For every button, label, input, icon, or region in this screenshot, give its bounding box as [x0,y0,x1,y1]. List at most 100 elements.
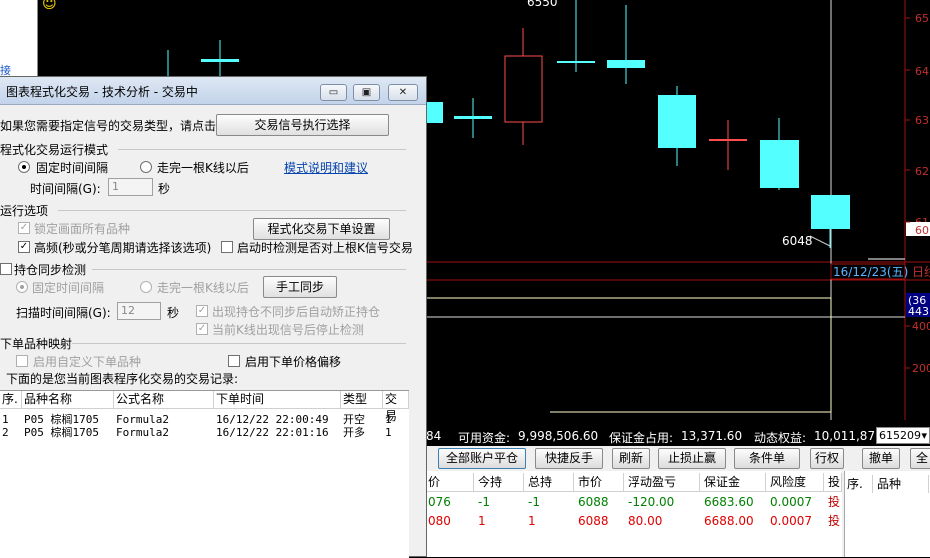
mode-help-link[interactable]: 模式说明和建议 [284,159,368,176]
candle-down-2 [557,0,595,72]
col-header: 序. [845,475,873,493]
vol-tick: 400 [912,320,930,333]
signal-select-button[interactable]: 交易信号执行选择 [216,114,389,136]
startup-check-checkbox[interactable] [221,241,233,253]
scan-interval-unit: 秒 [167,306,180,320]
left-panel-strip: ☺ 接 [0,0,57,80]
close-icon[interactable]: ✕ [388,84,418,101]
dialog-title: 图表程式化交易 - 技术分析 - 交易中 [6,85,198,99]
account-prefix: 84 [426,429,442,443]
stop-detect-checkbox[interactable]: ✓ [196,323,208,335]
conditional-order-button[interactable]: 条件单 [734,448,800,469]
pos-today: -1 [478,495,490,509]
sync-fixed-radio[interactable] [16,281,28,293]
mode-section-title: 程式化交易运行模式 [0,143,109,157]
high-freq-checkbox[interactable]: ✓ [18,241,30,253]
lock-all-checkbox[interactable]: ✓ [18,222,30,234]
record-type: 开多 [343,426,365,439]
timeframe-label: 日线 [912,265,930,279]
record-time: 16/12/22 22:00:49 [216,413,329,426]
col-header: 公式名称 [114,391,214,409]
candle-left-partial [426,102,443,123]
records-label: 下面的是您当前图表程序化交易的交易记录: [6,372,239,386]
candle-down-1 [454,98,492,138]
price-offset-label: 启用下单价格偏移 [245,355,342,369]
record-symbol: P05 棕榈1705 [24,413,99,426]
account-id: 615209 [879,429,921,442]
indicator-line [420,297,832,413]
orders-table: 序. 品种 [844,471,930,557]
close-all-button[interactable]: 全部账户平仓 [438,448,526,469]
pos-today: 1 [478,514,486,528]
pos-total: -1 [528,495,540,509]
low-price-label: 6048 [782,234,813,248]
col-header: 总持 [526,473,574,491]
equity-label: 动态权益: [754,431,807,445]
minimize-icon[interactable]: ▭ [320,84,347,101]
pos-pnl: 80.00 [628,514,663,528]
interval-input[interactable]: 1 [108,178,153,196]
record-no: 1 [2,413,9,426]
sync-bar-radio[interactable] [140,281,152,293]
pos-price: 080 [428,514,451,528]
chevron-down-icon: ▾ [921,429,927,442]
positions-table: 价 今持 总持 市价 浮动盈亏 保证金 风险度 投 076 -1 -1 6088… [426,471,842,557]
custom-symbol-label: 启用自定义下单品种 [33,355,142,369]
scan-interval-label: 扫描时间间隔(G): [16,306,111,320]
price-tick: 63 [915,114,929,127]
candle-cross [709,120,747,170]
sync-section-title: 持仓同步检测 [14,263,87,277]
scan-interval-input[interactable]: 12 [117,302,161,320]
exercise-button[interactable]: 行权 [810,448,844,469]
order-settings-button[interactable]: 程式化交易下单设置 [253,218,390,240]
sync-check-checkbox[interactable] [0,263,12,275]
smiley-icon: ☺ [42,0,57,12]
pos-market: 6088 [578,514,609,528]
pos-risk: 0.0007 [770,495,812,509]
date-label: 16/12/23(五) [833,265,908,279]
col-header: 类型 [341,391,383,409]
interval-unit: 秒 [158,182,171,196]
fixed-interval-label: 固定时间间隔 [36,161,109,175]
stop-detect-label: 当前K线出现信号后停止检测 [212,323,364,337]
available-funds-label: 可用资金: [458,431,511,445]
maximize-icon[interactable]: ▣ [353,84,380,101]
dialog-titlebar[interactable]: 图表程式化交易 - 技术分析 - 交易中 ▭ ▣ ✕ [0,77,426,105]
col-header: 风险度 [768,473,824,491]
stop-loss-button[interactable]: 止损止赢 [658,448,726,469]
record-formula: Formula2 [116,413,169,426]
record-qty: 1 [385,426,392,439]
record-type: 开空 [343,413,365,426]
col-header: 下单时间 [214,391,341,409]
custom-symbol-checkbox[interactable] [16,355,28,367]
price-tick: 64 [915,65,929,78]
record-symbol: P05 棕榈1705 [24,426,99,439]
price-offset-checkbox[interactable] [228,355,240,367]
col-header: 投 [828,473,842,491]
sync-bar-label: 走完一根K线以后 [157,281,249,295]
col-header: 浮动盈亏 [626,473,700,491]
account-select[interactable]: 615209 ▾ [876,427,930,444]
pos-pnl: -120.00 [628,495,675,509]
manual-sync-button[interactable]: 手工同步 [263,276,337,298]
cancel-order-button[interactable]: 撤单 [862,448,900,469]
record-formula: Formula2 [116,426,169,439]
col-header: 交易 [383,391,409,423]
record-qty: 1 [385,413,392,426]
lock-all-label: 锁定画面所有品种 [34,222,131,236]
auto-correct-label: 出现持仓不同步后自动矫正持仓 [212,305,381,319]
cancel-all-button[interactable]: 全 [910,448,930,469]
candle-down-3 [607,5,645,84]
startup-check-label: 启动时检测是否对上根K信号交易 [237,241,413,255]
vol-label-2: 443 [908,305,929,318]
options-section-title: 运行选项 [0,204,49,218]
quick-reverse-button[interactable]: 快捷反手 [535,448,603,469]
fixed-interval-radio[interactable] [18,161,30,173]
auto-correct-checkbox[interactable]: ✓ [196,305,208,317]
refresh-button[interactable]: 刷新 [612,448,650,469]
map-section-title: 下单品种映射 [0,337,73,351]
trading-panel: 84 可用资金: 9,998,506.60 保证金占用: 13,371.60 动… [426,426,930,557]
high-freq-label: 高频(秒或分笔周期请选择该选项) [34,241,212,255]
bar-complete-radio[interactable] [140,161,152,173]
pos-price: 076 [428,495,451,509]
